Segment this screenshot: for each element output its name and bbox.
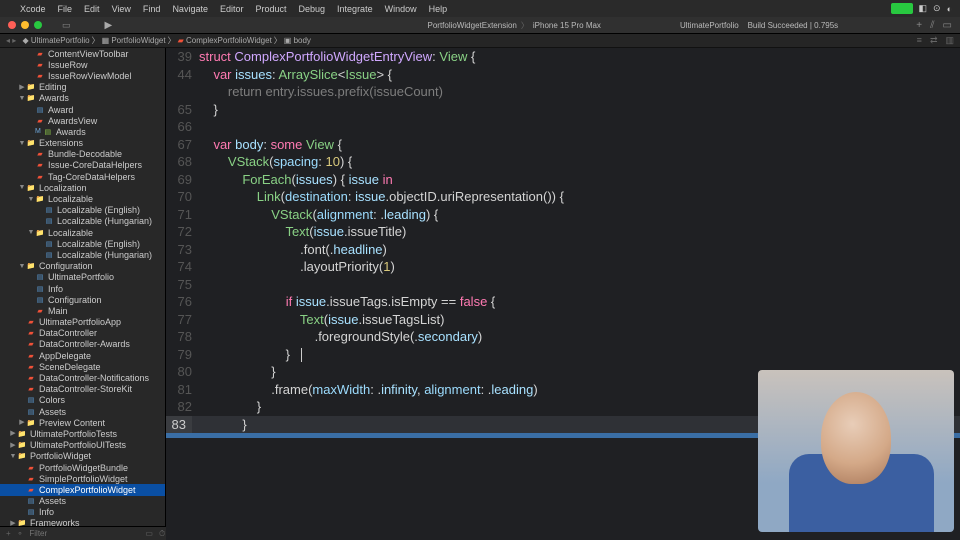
- tree-item[interactable]: ▼📁Configuration: [0, 261, 165, 272]
- minimize-icon[interactable]: [21, 21, 29, 29]
- sidebar-toggle-icon[interactable]: ▭: [62, 20, 71, 31]
- xcode-toolbar: ▭ ▶ PortfolioWidgetExtension 〉 iPhone 15…: [0, 17, 960, 33]
- tree-item[interactable]: ▼📁PortfolioWidget: [0, 451, 165, 462]
- tree-item[interactable]: ▰Tag-CoreDataHelpers: [0, 171, 165, 182]
- tree-item[interactable]: ▰DataController-Awards: [0, 339, 165, 350]
- navigator-filter: + ⚬ ▭ ⏱: [0, 526, 166, 540]
- tree-item[interactable]: ▤UltimatePortfolio: [0, 272, 165, 283]
- tree-item[interactable]: ▤Award: [0, 104, 165, 115]
- tree-item[interactable]: ▤Info: [0, 507, 165, 518]
- tree-item[interactable]: ▼📁Localizable: [0, 193, 165, 204]
- tree-item[interactable]: ▰ContentViewToolbar: [0, 48, 165, 59]
- scheme-selector[interactable]: PortfolioWidgetExtension: [428, 21, 517, 30]
- tree-item[interactable]: ▰DataController: [0, 328, 165, 339]
- tree-item[interactable]: ▼📁Localization: [0, 182, 165, 193]
- tree-item[interactable]: ▶📁Preview Content: [0, 417, 165, 428]
- tree-item[interactable]: ▤Configuration: [0, 294, 165, 305]
- tree-item[interactable]: ▰Bundle-Decodable: [0, 149, 165, 160]
- status-icon[interactable]: ⊙: [933, 3, 941, 14]
- editor-options-icon[interactable]: ⫽: [930, 20, 934, 31]
- tree-item[interactable]: ▰SimplePortfolioWidget: [0, 473, 165, 484]
- menu-item[interactable]: File: [58, 4, 73, 14]
- tree-item[interactable]: ▶📁Editing: [0, 82, 165, 93]
- tree-item[interactable]: ▰AppDelegate: [0, 350, 165, 361]
- close-icon[interactable]: [8, 21, 16, 29]
- menu-item[interactable]: Product: [255, 4, 286, 14]
- breadcrumb-item[interactable]: ▣ body: [284, 36, 311, 45]
- editor-adjust-icon[interactable]: ⇄: [930, 35, 938, 46]
- nav-icon[interactable]: ◂ ▸: [6, 36, 16, 45]
- tree-item[interactable]: ▤Localizable (English): [0, 205, 165, 216]
- chevron-right-icon: 〉: [521, 20, 529, 31]
- tree-item[interactable]: ▰UltimatePortfolioApp: [0, 317, 165, 328]
- tree-item[interactable]: ▤Localizable (Hungarian): [0, 249, 165, 260]
- tree-item[interactable]: ▰ComplexPortfolioWidget: [0, 484, 165, 495]
- tree-item[interactable]: ▼📁Awards: [0, 93, 165, 104]
- menu-item[interactable]: Debug: [299, 4, 326, 14]
- window-controls: [8, 21, 42, 29]
- tree-item[interactable]: ▰Main: [0, 305, 165, 316]
- tree-item[interactable]: ▰DataController-Notifications: [0, 372, 165, 383]
- menu-item[interactable]: Editor: [220, 4, 244, 14]
- status-icon[interactable]: ◐: [947, 4, 952, 14]
- tree-item[interactable]: ▤Assets: [0, 496, 165, 507]
- menu-item[interactable]: Window: [385, 4, 417, 14]
- menu-item[interactable]: View: [112, 4, 131, 14]
- tree-item[interactable]: ▰PortfolioWidgetBundle: [0, 462, 165, 473]
- breadcrumb-item[interactable]: ▰ ComplexPortfolioWidget: [178, 36, 272, 45]
- tree-item[interactable]: ▤Localizable (Hungarian): [0, 216, 165, 227]
- tree-item[interactable]: ▤Info: [0, 283, 165, 294]
- tree-item[interactable]: ▰SceneDelegate: [0, 361, 165, 372]
- device-selector[interactable]: iPhone 15 Pro Max: [533, 21, 601, 30]
- menu-item[interactable]: Help: [429, 4, 448, 14]
- filter-input[interactable]: [29, 529, 139, 538]
- filter-icon[interactable]: ⚬: [17, 529, 24, 538]
- tree-item[interactable]: ▤Localizable (English): [0, 238, 165, 249]
- editor-layout-icon[interactable]: ≡: [917, 35, 922, 46]
- tree-item[interactable]: ▶📁UltimatePortfolioUITests: [0, 440, 165, 451]
- run-button[interactable]: ▶: [105, 20, 113, 31]
- status-icon[interactable]: ◧: [919, 3, 928, 14]
- add-icon[interactable]: +: [916, 20, 922, 31]
- tree-item[interactable]: M▤Awards: [0, 126, 165, 137]
- jump-bar[interactable]: ◂ ▸ ◆ UltimatePortfolio 〉 ▦ PortfolioWid…: [0, 33, 960, 48]
- tree-item[interactable]: ▼📁Localizable: [0, 227, 165, 238]
- add-icon[interactable]: +: [6, 529, 11, 538]
- tree-item[interactable]: ▼📁Extensions: [0, 138, 165, 149]
- facetime-icon[interactable]: [891, 3, 913, 14]
- breadcrumb-item[interactable]: ▦ PortfolioWidget: [102, 36, 166, 45]
- menu-item[interactable]: Navigate: [172, 4, 208, 14]
- breadcrumb-item[interactable]: ◆ UltimatePortfolio: [23, 36, 90, 45]
- scm-filter-icon[interactable]: ▭: [145, 529, 153, 538]
- webcam-overlay: [758, 370, 954, 532]
- menu-item[interactable]: Xcode: [20, 4, 46, 14]
- zoom-icon[interactable]: [34, 21, 42, 29]
- tree-item[interactable]: ▤Colors: [0, 395, 165, 406]
- build-status: UltimatePortfolio Build Succeeded | 0.79…: [680, 21, 838, 30]
- tree-item[interactable]: ▰DataController-StoreKit: [0, 384, 165, 395]
- menu-item[interactable]: Edit: [84, 4, 100, 14]
- tree-item[interactable]: ▶📁UltimatePortfolioTests: [0, 428, 165, 439]
- macos-menubar: Xcode File Edit View Find Navigate Edito…: [0, 0, 960, 17]
- menu-item[interactable]: Find: [143, 4, 161, 14]
- tree-item[interactable]: ▰IssueRowViewModel: [0, 70, 165, 81]
- tree-item[interactable]: ▤Assets: [0, 406, 165, 417]
- tree-item[interactable]: ▰IssueRow: [0, 59, 165, 70]
- recent-filter-icon[interactable]: ⏱: [159, 529, 165, 539]
- tree-item[interactable]: ▰Issue-CoreDataHelpers: [0, 160, 165, 171]
- tree-item[interactable]: ▰AwardsView: [0, 115, 165, 126]
- editor-split-icon[interactable]: ▥: [945, 35, 954, 46]
- project-navigator[interactable]: ▰ContentViewToolbar▰IssueRow▰IssueRowVie…: [0, 48, 166, 540]
- inspector-toggle-icon[interactable]: ▭: [943, 20, 952, 31]
- menu-item[interactable]: Integrate: [337, 4, 373, 14]
